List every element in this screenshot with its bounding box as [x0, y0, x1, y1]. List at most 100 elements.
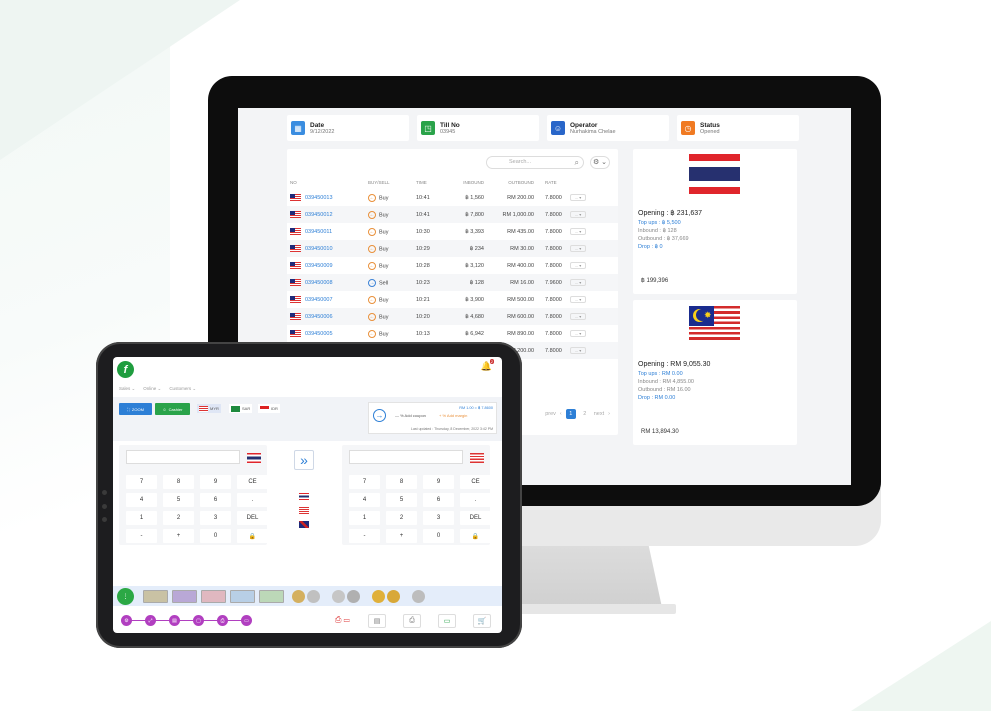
- coin-icon[interactable]: [292, 589, 305, 603]
- transaction-number[interactable]: 039450010: [305, 246, 333, 252]
- transaction-number[interactable]: 039450011: [305, 229, 332, 235]
- banknote-icon[interactable]: [143, 589, 168, 603]
- banknote-icon[interactable]: [259, 589, 284, 603]
- notification-bell-icon[interactable]: 🔔 2: [481, 359, 494, 372]
- coin-icon[interactable]: [372, 589, 385, 603]
- row-action[interactable]: ... ▾: [567, 308, 618, 325]
- print-display-icon[interactable]: ⎙ ▭: [335, 615, 350, 625]
- banknote-icon[interactable]: [172, 589, 197, 603]
- row-action[interactable]: ... ▾: [567, 206, 618, 223]
- transaction-number[interactable]: 039450012: [305, 212, 333, 218]
- keypad-key[interactable]: CE: [237, 475, 268, 489]
- keypad-key[interactable]: 1: [349, 511, 380, 525]
- row-no[interactable]: 039450010: [287, 240, 365, 257]
- keypad-key[interactable]: 6: [423, 493, 454, 507]
- keypad-key[interactable]: .: [237, 493, 268, 507]
- table-row[interactable]: 039450010 ← Buy 10:29 ฿ 234 RM 30.00 7.8000...…: [287, 240, 618, 257]
- keypad-key[interactable]: 8: [386, 475, 417, 489]
- page-1[interactable]: 1: [565, 409, 576, 419]
- keypad-key[interactable]: 0: [423, 529, 454, 543]
- settings-button[interactable]: ⚙ ⌄: [590, 155, 610, 169]
- row-no[interactable]: 039450006: [287, 308, 365, 325]
- lock-icon[interactable]: 🔒: [237, 529, 268, 543]
- keypad-key[interactable]: +: [386, 529, 417, 543]
- thailand-flag-icon[interactable]: [247, 453, 261, 463]
- keypad-key[interactable]: 8: [163, 475, 194, 489]
- calculator-icon[interactable]: ▤: [169, 615, 180, 626]
- uk-flag-icon[interactable]: [299, 521, 309, 528]
- keypad-key[interactable]: 2: [386, 511, 417, 525]
- keypad-key[interactable]: -: [349, 529, 380, 543]
- add-coupon-button[interactable]: — % Add coupon: [395, 413, 426, 418]
- coin-icon[interactable]: [347, 589, 360, 603]
- keypad-key[interactable]: 4: [349, 493, 380, 507]
- transaction-number[interactable]: 039450005: [305, 331, 333, 337]
- keypad-key[interactable]: 3: [423, 511, 454, 525]
- keypad-key[interactable]: 7: [126, 475, 157, 489]
- row-no[interactable]: 039450012: [287, 206, 365, 223]
- currency-chip-myr[interactable]: MYR: [197, 404, 221, 413]
- row-action[interactable]: ... ▾: [567, 325, 618, 342]
- keypad-key[interactable]: 5: [163, 493, 194, 507]
- row-action-dropdown[interactable]: ... ▾: [570, 313, 586, 320]
- search-input[interactable]: Search... ⌕: [486, 155, 584, 169]
- coin-icon[interactable]: [307, 589, 320, 603]
- keypad-key[interactable]: 9: [200, 475, 231, 489]
- add-margin-button[interactable]: + % Add margin: [439, 413, 467, 418]
- transaction-number[interactable]: 039450008: [305, 280, 333, 286]
- settings-icon[interactable]: ⚙: [121, 615, 132, 626]
- keypad-key[interactable]: 0: [200, 529, 231, 543]
- row-action-dropdown[interactable]: ... ▾: [570, 228, 586, 235]
- transaction-number[interactable]: 039450009: [305, 263, 333, 269]
- keypad-key[interactable]: CE: [460, 475, 491, 489]
- cart-icon[interactable]: 🛒: [473, 614, 491, 628]
- row-action[interactable]: ... ▾: [567, 240, 618, 257]
- monitor-icon[interactable]: ▭: [241, 615, 252, 626]
- expand-button[interactable]: ⋮: [117, 588, 134, 605]
- printer-icon[interactable]: ⎙: [403, 614, 421, 628]
- row-action-dropdown[interactable]: ... ▾: [570, 330, 586, 337]
- malaysia-flag-icon[interactable]: [470, 453, 484, 463]
- nav-sales[interactable]: Sales ⌄: [119, 386, 135, 392]
- row-no[interactable]: 039450007: [287, 291, 365, 308]
- row-action-dropdown[interactable]: ... ▾: [570, 279, 586, 286]
- coin-icon[interactable]: [387, 589, 400, 603]
- coin-icon[interactable]: [332, 589, 345, 603]
- table-row[interactable]: 039450012 ← Buy 10:41 ฿ 7,800 RM 1,000.00 7.80…: [287, 206, 618, 223]
- currency-chip-sar[interactable]: SAR: [229, 404, 253, 413]
- row-no[interactable]: 039450005: [287, 325, 365, 342]
- transaction-number[interactable]: 039450013: [305, 195, 333, 201]
- banknote-icon[interactable]: [201, 589, 226, 603]
- table-row[interactable]: 039450007 ← Buy 10:21 ฿ 3,900 RM 500.00 7.8000…: [287, 291, 618, 308]
- table-row[interactable]: 039450005 ← Buy 10:13 ฿ 6,942 RM 890.00 7.8000…: [287, 325, 618, 342]
- table-row[interactable]: 039450009 ← Buy 10:28 ฿ 3,120 RM 400.00 7.8000…: [287, 257, 618, 274]
- row-no[interactable]: 039450008: [287, 274, 365, 291]
- keypad-key[interactable]: 7: [349, 475, 380, 489]
- row-action[interactable]: ... ▾: [567, 223, 618, 240]
- expand-icon[interactable]: ⤢: [145, 615, 156, 626]
- table-row[interactable]: 039450011 ← Buy 10:30 ฿ 3,393 RM 435.00 7.8000…: [287, 223, 618, 240]
- keypad-key[interactable]: 3: [200, 511, 231, 525]
- next-link[interactable]: next: [594, 411, 604, 417]
- row-no[interactable]: 039450011: [287, 223, 365, 240]
- cash-icon[interactable]: ▭: [438, 614, 456, 628]
- row-no[interactable]: 039450013: [287, 189, 365, 206]
- transaction-number[interactable]: 039450007: [305, 297, 333, 303]
- amount-input-from[interactable]: [126, 450, 240, 464]
- row-action-dropdown[interactable]: ... ▾: [570, 296, 586, 303]
- row-action[interactable]: ... ▾: [567, 189, 618, 206]
- keypad-key[interactable]: DEL: [237, 511, 268, 525]
- swap-chevron-icon[interactable]: »: [294, 450, 314, 470]
- row-action[interactable]: ... ▾: [567, 257, 618, 274]
- keypad-key[interactable]: .: [460, 493, 491, 507]
- keypad-key[interactable]: +: [163, 529, 194, 543]
- row-no[interactable]: 039450009: [287, 257, 365, 274]
- receipt-icon[interactable]: ▤: [368, 614, 386, 628]
- row-action[interactable]: ... ▾: [567, 342, 618, 359]
- zoom-button[interactable]: ⛶ ZOOM: [119, 403, 152, 415]
- banknote-icon[interactable]: [230, 589, 255, 603]
- coin-icon[interactable]: [412, 589, 425, 603]
- row-action-dropdown[interactable]: ... ▾: [570, 194, 586, 201]
- keypad-key[interactable]: -: [126, 529, 157, 543]
- table-row[interactable]: 039450006 ← Buy 10:20 ฿ 4,680 RM 600.00 7.8000…: [287, 308, 618, 325]
